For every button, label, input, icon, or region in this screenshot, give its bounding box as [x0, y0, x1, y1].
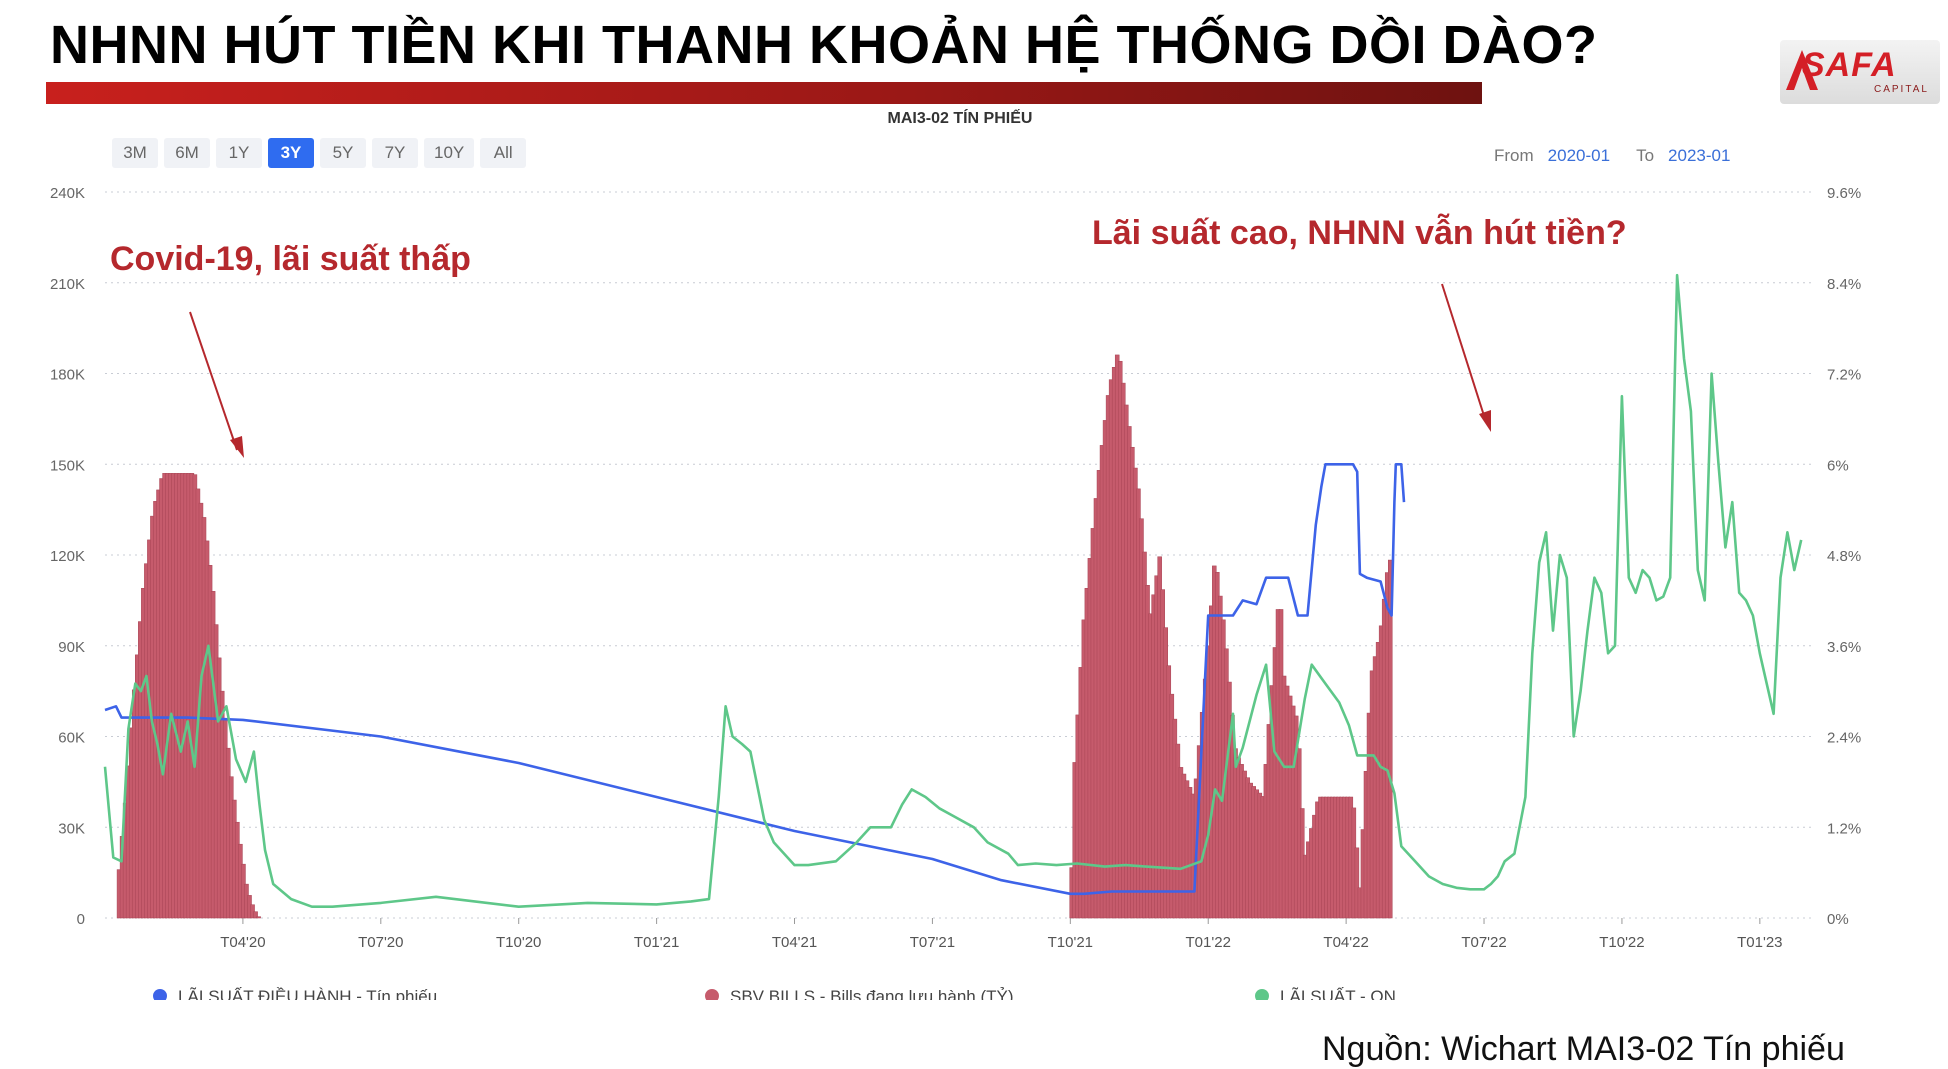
y-right-tick-label: 9.6%	[1827, 185, 1861, 202]
y-left-tick-label: 240K	[50, 185, 85, 202]
x-tick-label: T04'21	[772, 934, 817, 951]
x-tick-label: T07'20	[358, 934, 403, 951]
legend-item-overnight-rate[interactable]: LÃI SUẤT - ON	[1280, 987, 1396, 1000]
x-tick-label: T07'21	[910, 934, 955, 951]
y-left-tick-label: 30K	[58, 820, 85, 837]
legend-item-policy-rate[interactable]: LÃI SUẤT ĐIỀU HÀNH - Tín phiếu	[178, 987, 437, 1000]
y-right-tick-label: 4.8%	[1827, 548, 1861, 565]
x-tick-label: T10'20	[496, 934, 541, 951]
y-left-tick-label: 120K	[50, 548, 85, 565]
y-right-tick-label: 7.2%	[1827, 367, 1861, 384]
y-right-tick-label: 0%	[1827, 911, 1849, 928]
annotation-arrow-left	[189, 311, 238, 451]
y-left-tick-label: 90K	[58, 639, 85, 656]
y-left-tick-label: 180K	[50, 367, 85, 384]
annotation-covid: Covid-19, lãi suất thấp	[110, 240, 471, 278]
y-right-tick-label: 6%	[1827, 457, 1849, 474]
y-left-tick-label: 60K	[58, 730, 85, 747]
bar-bills	[256, 916, 261, 919]
legend-marker	[1255, 989, 1269, 1000]
annotation-arrowhead-right	[1479, 410, 1491, 432]
x-tick-label: T01'22	[1186, 934, 1231, 951]
legend-marker	[705, 989, 719, 1000]
legend-marker	[153, 989, 167, 1000]
line-overnight-rate	[103, 273, 1803, 908]
y-right-tick-label: 3.6%	[1827, 639, 1861, 656]
y-left-tick-label: 210K	[50, 276, 85, 293]
x-tick-label: T01'21	[634, 934, 679, 951]
x-tick-label: T10'21	[1048, 934, 1093, 951]
y-left-tick-label: 150K	[50, 457, 85, 474]
annotation-arrow-right	[1441, 283, 1487, 423]
x-tick-label: T04'22	[1323, 934, 1368, 951]
x-tick-label: T07'22	[1461, 934, 1506, 951]
annotation-arrowhead-left	[230, 436, 244, 458]
annotation-high-rate: Lãi suất cao, NHNN vẫn hút tiền?	[1092, 214, 1627, 252]
source-note: Nguồn: Wichart MAI3-02 Tín phiếu	[1322, 1030, 1845, 1068]
y-right-tick-label: 1.2%	[1827, 820, 1861, 837]
chart-canvas: 240K 9.6% 210K 8.4% 180K 7.2% 150K 6% 120K 4.8% 90…	[50, 185, 1861, 1000]
y-right-tick-label: 8.4%	[1827, 276, 1861, 293]
y-left-tick-label: 0	[77, 911, 85, 928]
x-tick-label: T04'20	[220, 934, 265, 951]
x-tick-label: T10'22	[1599, 934, 1644, 951]
x-tick-label: T01'23	[1737, 934, 1782, 951]
y-right-tick-label: 2.4%	[1827, 730, 1861, 747]
legend-item-sbv-bills[interactable]: SBV BILLS - Bills đang lưu hành (TỶ)	[730, 987, 1014, 1000]
